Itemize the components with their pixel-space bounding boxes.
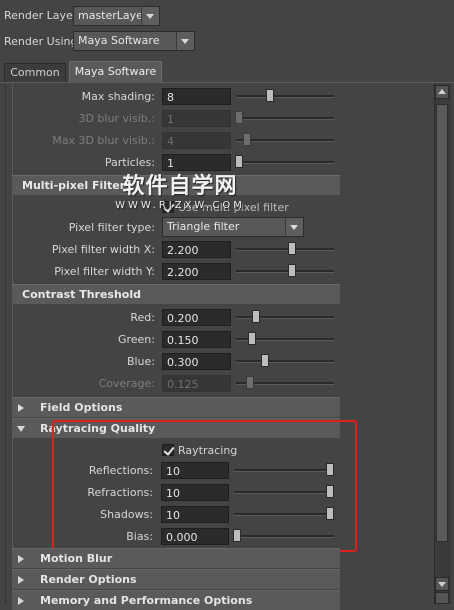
green-slider-handle[interactable] [248,332,256,345]
pixel-filter-width-x-slider-handle[interactable] [288,242,296,255]
red-field[interactable]: 0.200 [162,309,231,326]
expand-arrow-icon [18,576,24,584]
chevron-down-icon [176,32,194,50]
blur-visib-field: 1 [162,110,231,127]
scroll-up-button[interactable] [435,85,449,99]
motion-blur-section-header[interactable]: Motion Blur [12,548,340,568]
max-blur-visib-label: Max 3D blur visib.: [52,134,155,147]
chevron-down-icon [141,7,159,25]
contrast-section-title: Contrast Threshold [22,288,142,301]
particles-field[interactable]: 1 [162,154,231,171]
motion-blur-section-title: Motion Blur [40,552,113,565]
blur-visib-slider-handle [235,111,243,124]
pixel-filter-width-x-field[interactable]: 2.200 [162,241,231,258]
indent-guide [12,84,13,604]
red-slider-handle[interactable] [252,310,260,323]
multipixel-checkbox-label: Use multi pixel filter [178,201,289,214]
blur-visib-label: 3D blur visib.: [78,112,155,125]
pixel-filter-width-y-field[interactable]: 2.200 [162,263,231,280]
pixel-filter-width-x-label: Pixel filter width X: [51,243,155,256]
multipixel-section-header[interactable]: Multi-pixel Filter [12,175,340,195]
render-layer-value: masterLayer [78,9,148,22]
memory-performance-section-header[interactable]: Memory and Performance Options [12,590,340,610]
pixel-filter-width-y-slider-track[interactable] [236,270,334,273]
scroll-end-button[interactable] [435,592,449,604]
render-using-value: Maya Software [78,34,160,47]
blur-visib-slider-track [236,117,334,120]
memory-performance-section-title: Memory and Performance Options [40,594,253,607]
scroll-down-arrow-icon [438,582,446,587]
max-blur-visib-field: 4 [162,132,231,149]
render-options-section-header[interactable]: Render Options [12,569,340,589]
render-using-dropdown[interactable]: Maya Software [73,31,195,51]
pixel-filter-type-dropdown[interactable]: Triangle filter [162,217,304,237]
max-shading-slider-handle[interactable] [266,89,274,102]
scroll-down-button[interactable] [435,577,449,591]
max-shading-slider-track[interactable] [236,95,334,98]
collapse-arrow-icon [17,426,25,432]
pixel-filter-width-y-label: Pixel filter width Y: [54,265,155,278]
pixel-filter-type-value: Triangle filter [167,220,240,233]
contrast-section-header[interactable]: Contrast Threshold [12,284,340,304]
max-blur-visib-slider-handle [243,133,251,146]
red-label: Red: [130,311,155,324]
field-options-section-header[interactable]: Field Options [12,397,340,417]
tab-maya-software-label: Maya Software [74,65,157,78]
tab-maya-software[interactable]: Maya Software [69,61,162,83]
field-options-section-title: Field Options [40,401,123,414]
max-shading-field[interactable]: 8 [162,88,231,105]
blue-slider-track[interactable] [236,360,334,363]
red-slider-track[interactable] [236,316,334,319]
scroll-thumb[interactable] [436,104,448,542]
pixel-filter-type-label: Pixel filter type: [68,221,155,234]
tab-common-label: Common [10,66,60,79]
particles-slider-handle[interactable] [235,155,243,168]
pixel-filter-width-x-slider-track[interactable] [236,248,334,251]
green-field[interactable]: 0.150 [162,331,231,348]
coverage-slider-handle [246,376,254,389]
particles-slider-track[interactable] [236,161,334,164]
multipixel-checkbox[interactable] [162,201,175,213]
green-label: Green: [117,333,155,346]
coverage-field: 0.125 [162,375,231,392]
render-layer-dropdown[interactable]: masterLayer [73,6,160,26]
pixel-filter-width-y-slider-handle[interactable] [288,264,296,277]
blue-field[interactable]: 0.300 [162,353,231,370]
expand-arrow-icon [18,555,24,563]
blue-slider-handle[interactable] [261,354,269,367]
multipixel-section-title: Multi-pixel Filter [22,179,126,192]
render-options-section-title: Render Options [40,573,137,586]
coverage-label: Coverage: [98,377,155,390]
highlight-annotation-box [52,420,357,552]
chevron-down-icon [285,218,303,236]
tab-common[interactable]: Common [4,63,66,82]
max-shading-label: Max shading: [81,90,155,103]
blue-label: Blue: [126,355,155,368]
render-using-label: Render Using [4,35,78,48]
particles-label: Particles: [104,156,155,169]
scroll-up-arrow-icon [438,89,446,94]
check-icon [163,201,175,213]
render-layer-label: Render Layer [4,9,78,22]
expand-arrow-icon [18,404,24,412]
